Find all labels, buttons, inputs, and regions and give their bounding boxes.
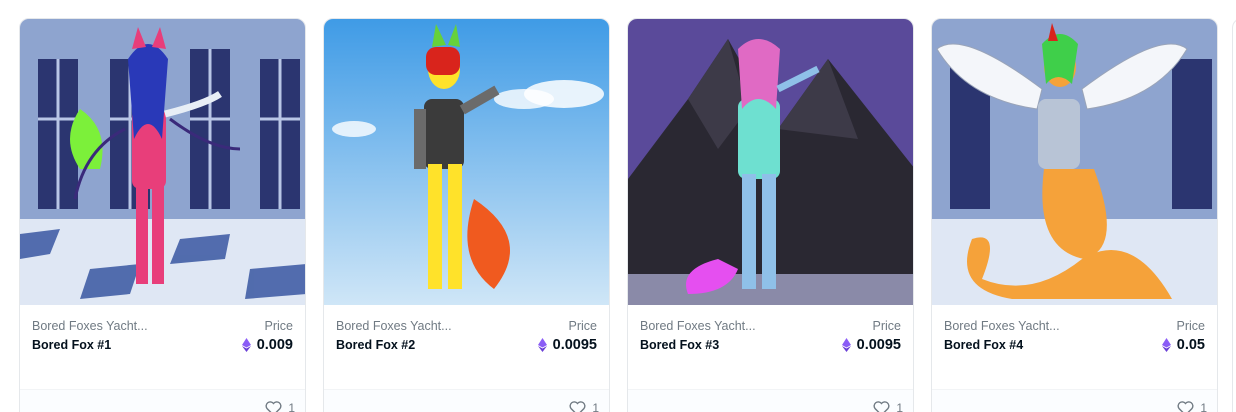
nft-name[interactable]: Bored Fox #3 xyxy=(640,338,756,352)
like-count: 1 xyxy=(288,401,295,412)
next-card-edge[interactable] xyxy=(1232,18,1236,412)
nft-name[interactable]: Bored Fox #2 xyxy=(336,338,452,352)
nft-name[interactable]: Bored Fox #1 xyxy=(32,338,148,352)
ethereum-icon xyxy=(537,338,547,352)
price-value: 0.009 xyxy=(241,337,293,353)
collection-name[interactable]: Bored Foxes Yacht... xyxy=(944,319,1060,333)
ethereum-icon xyxy=(1161,338,1171,352)
collection-name[interactable]: Bored Foxes Yacht... xyxy=(32,319,148,333)
price-value: 0.0095 xyxy=(537,337,597,353)
price-label: Price xyxy=(264,319,293,333)
collection-name[interactable]: Bored Foxes Yacht... xyxy=(640,319,756,333)
price-amount: 0.0095 xyxy=(552,337,597,353)
card-footer: 1 xyxy=(932,389,1217,412)
ethereum-icon xyxy=(841,338,851,352)
nft-name[interactable]: Bored Fox #4 xyxy=(944,338,1060,352)
price-value: 0.0095 xyxy=(841,337,901,353)
card-footer: 1 xyxy=(628,389,913,412)
heart-icon[interactable] xyxy=(1177,401,1194,412)
nft-image[interactable] xyxy=(324,19,609,305)
price-amount: 0.0095 xyxy=(856,337,901,353)
like-count: 1 xyxy=(896,401,903,412)
nft-image[interactable] xyxy=(932,19,1217,305)
card-footer: 1 xyxy=(324,389,609,412)
nft-card[interactable]: Bored Foxes Yacht... Bored Fox #2 Price … xyxy=(323,18,610,412)
ethereum-icon xyxy=(241,338,251,352)
nft-card[interactable]: Bored Foxes Yacht... Bored Fox #3 Price … xyxy=(627,18,914,412)
price-value: 0.05 xyxy=(1161,337,1205,353)
heart-icon[interactable] xyxy=(873,401,890,412)
like-count: 1 xyxy=(592,401,599,412)
nft-card-grid: Bored Foxes Yacht... Bored Fox #1 Price … xyxy=(19,18,1218,412)
price-label: Price xyxy=(568,319,597,333)
heart-icon[interactable] xyxy=(265,401,282,412)
price-amount: 0.009 xyxy=(256,337,293,353)
price-amount: 0.05 xyxy=(1176,337,1205,353)
price-label: Price xyxy=(872,319,901,333)
collection-name[interactable]: Bored Foxes Yacht... xyxy=(336,319,452,333)
nft-image[interactable] xyxy=(20,19,305,305)
nft-card[interactable]: Bored Foxes Yacht... Bored Fox #1 Price … xyxy=(19,18,306,412)
like-count: 1 xyxy=(1200,401,1207,412)
card-footer: 1 xyxy=(20,389,305,412)
price-label: Price xyxy=(1176,319,1205,333)
heart-icon[interactable] xyxy=(569,401,586,412)
nft-card[interactable]: Bored Foxes Yacht... Bored Fox #4 Price … xyxy=(931,18,1218,412)
nft-image[interactable] xyxy=(628,19,913,305)
